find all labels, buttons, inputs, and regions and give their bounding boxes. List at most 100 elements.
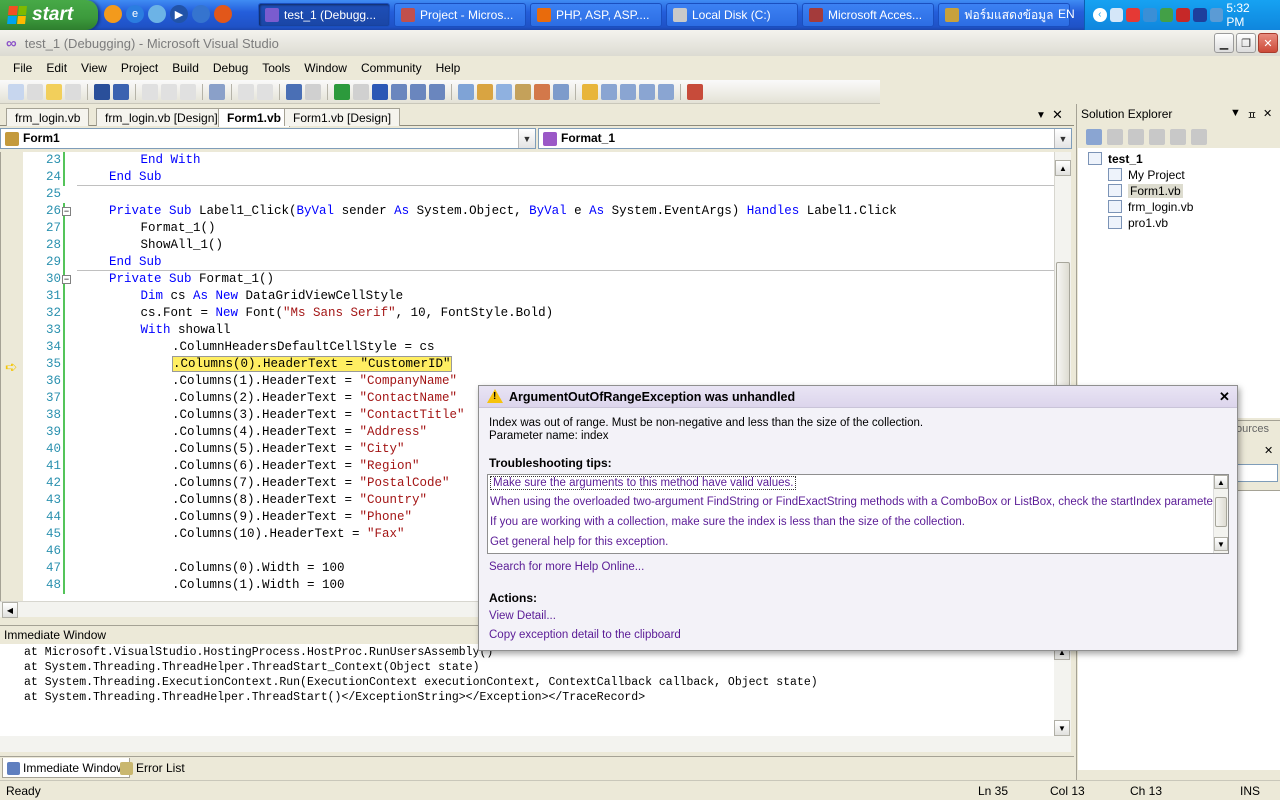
step-over-icon[interactable] xyxy=(410,83,426,100)
solution-explorer-icon[interactable] xyxy=(477,83,493,100)
menu-build[interactable]: Build xyxy=(165,61,206,75)
find-in-files-icon[interactable] xyxy=(458,83,474,100)
refresh-icon[interactable] xyxy=(1128,129,1144,145)
properties-icon[interactable] xyxy=(496,83,512,100)
open-file-icon[interactable] xyxy=(46,83,62,100)
menu-debug[interactable]: Debug xyxy=(206,61,255,75)
media-player-icon[interactable]: ▶ xyxy=(170,5,188,23)
tab-form1-vb-design-[interactable]: Form1.vb [Design] xyxy=(284,108,401,126)
view-detail-link[interactable]: View Detail... xyxy=(489,610,556,622)
step-into-icon[interactable] xyxy=(391,83,407,100)
solution-tree[interactable]: test_1 My Project Form1.vb frm_login.vbpro… xyxy=(1078,148,1280,418)
uncomment-icon[interactable] xyxy=(257,83,273,100)
start-button[interactable]: start xyxy=(0,0,98,30)
tab-error-list[interactable]: Error List xyxy=(116,758,189,778)
menu-community[interactable]: Community xyxy=(354,61,429,75)
security-icon[interactable] xyxy=(1126,8,1141,22)
view-designer-icon[interactable] xyxy=(1170,129,1186,145)
close-tab-icon[interactable]: ✕ xyxy=(1052,107,1063,123)
scroll-down-icon[interactable]: ▼ xyxy=(1054,720,1070,736)
navigate-icon[interactable] xyxy=(601,83,617,100)
close-icon[interactable]: ✕ xyxy=(1263,107,1272,123)
close-icon[interactable]: ✕ xyxy=(1264,444,1273,457)
minimize-button[interactable]: ▁ xyxy=(1214,33,1234,53)
taskbar-task[interactable]: ฟอร์มแสดงข้อมูล xyxy=(938,3,1070,27)
resources-tab-label[interactable]: ources xyxy=(1236,423,1269,435)
scroll-up-icon[interactable]: ▲ xyxy=(1055,160,1071,176)
dropdown-icon[interactable]: ▼ xyxy=(1230,107,1241,123)
view-code-icon[interactable] xyxy=(1149,129,1165,145)
volume-icon[interactable] xyxy=(1209,8,1224,22)
show-all-files-icon[interactable] xyxy=(1107,129,1123,145)
copy-exception-link[interactable]: Copy exception detail to the clipboard xyxy=(489,629,681,641)
paste-icon[interactable] xyxy=(180,83,196,100)
menu-edit[interactable]: Edit xyxy=(39,61,74,75)
menu-project[interactable]: Project xyxy=(114,61,165,75)
search-help-online-link[interactable]: Search for more Help Online... xyxy=(489,561,644,573)
add-new-item-icon[interactable] xyxy=(65,83,81,100)
task-list-icon[interactable] xyxy=(639,83,655,100)
taskbar-task[interactable]: test_1 (Debugg... xyxy=(258,3,390,27)
method-combo[interactable]: Format_1 ▼ xyxy=(538,128,1072,149)
stop-debugging-icon[interactable] xyxy=(372,83,388,100)
antivirus-icon[interactable] xyxy=(1176,8,1191,22)
tree-node-my-project[interactable]: My Project xyxy=(1108,168,1185,182)
taskbar-task[interactable]: Microsoft Acces... xyxy=(802,3,934,27)
bookmark-icon[interactable] xyxy=(582,83,598,100)
troubleshooting-tip-link[interactable]: Make sure the arguments to this method h… xyxy=(490,476,797,490)
menu-file[interactable]: File xyxy=(6,61,39,75)
taskbar-task[interactable]: Project - Micros... xyxy=(394,3,526,27)
tree-node-pro1-vb[interactable]: pro1.vb xyxy=(1108,216,1168,230)
bluetooth-icon[interactable] xyxy=(1193,8,1207,22)
save-icon[interactable] xyxy=(94,83,110,100)
step-out-icon[interactable] xyxy=(429,83,445,100)
new-project-icon[interactable] xyxy=(8,83,24,100)
immediate-vertical-scrollbar[interactable]: ▲ ▼ xyxy=(1054,644,1071,736)
pin-icon[interactable]: ㅍ xyxy=(1247,107,1257,123)
class-combo[interactable]: Form1 ▼ xyxy=(0,128,536,149)
close-button[interactable]: ✕ xyxy=(1258,33,1278,53)
collapse-icon[interactable]: − xyxy=(62,275,71,284)
continue-icon[interactable] xyxy=(334,83,350,100)
comment-icon[interactable] xyxy=(238,83,254,100)
restore-button[interactable]: ❐ xyxy=(1236,33,1256,53)
extensions-icon[interactable] xyxy=(687,83,703,100)
break-all-icon[interactable] xyxy=(353,83,369,100)
scroll-left-icon[interactable]: ◀ xyxy=(2,602,18,618)
clock[interactable]: 5:32 PM xyxy=(1226,1,1270,29)
undo-icon[interactable] xyxy=(286,83,302,100)
update-icon[interactable] xyxy=(1159,8,1174,22)
scroll-thumb[interactable] xyxy=(1215,497,1227,527)
tree-node-frm-login-vb[interactable]: frm_login.vb xyxy=(1108,200,1193,214)
menu-window[interactable]: Window xyxy=(297,61,354,75)
tree-node-project[interactable]: test_1 xyxy=(1088,152,1143,166)
add-item-icon[interactable] xyxy=(27,83,43,100)
immediate-window-output[interactable]: at Microsoft.VisualStudio.HostingProcess… xyxy=(0,644,1054,736)
class-view-icon[interactable] xyxy=(658,83,674,100)
menu-help[interactable]: Help xyxy=(429,61,468,75)
language-indicator[interactable]: EN xyxy=(1058,7,1075,21)
menu-view[interactable]: View xyxy=(74,61,114,75)
tab-list-icon[interactable]: ▼ xyxy=(1036,110,1046,121)
output-icon[interactable] xyxy=(553,83,569,100)
close-icon[interactable]: ✕ xyxy=(1219,389,1230,405)
class-diagram-icon[interactable] xyxy=(1191,129,1207,145)
cut-icon[interactable] xyxy=(142,83,158,100)
tab-frm-login-vb[interactable]: frm_login.vb xyxy=(6,108,90,126)
tips-scrollbar[interactable]: ▲ ▼ xyxy=(1213,475,1228,553)
display-icon[interactable] xyxy=(1143,8,1157,22)
taskbar-task[interactable]: Local Disk (C:) xyxy=(666,3,798,27)
save-all-icon[interactable] xyxy=(113,83,129,100)
find-icon[interactable] xyxy=(209,83,225,100)
firefox-icon[interactable] xyxy=(104,5,122,23)
tab-frm-login-vb-design-[interactable]: frm_login.vb [Design] xyxy=(96,108,227,126)
chevron-down-icon[interactable]: ▼ xyxy=(518,129,535,148)
window-list-icon[interactable] xyxy=(620,83,636,100)
tree-node-form1-vb[interactable]: Form1.vb xyxy=(1108,184,1183,198)
menu-tools[interactable]: Tools xyxy=(255,61,297,75)
shortcut-icon[interactable] xyxy=(192,5,210,23)
redo-icon[interactable] xyxy=(305,83,321,100)
taskbar-task[interactable]: PHP, ASP, ASP.... xyxy=(530,3,662,27)
chevron-down-icon[interactable]: ▼ xyxy=(1054,129,1071,148)
internet-explorer-icon[interactable]: e xyxy=(126,5,144,23)
